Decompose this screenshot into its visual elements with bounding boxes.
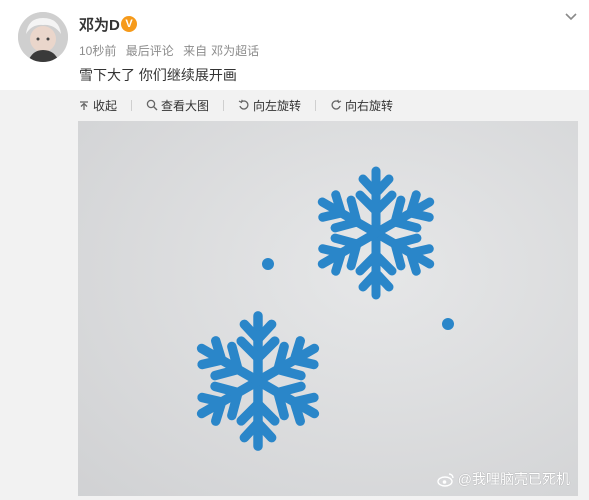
snow-dot <box>442 318 454 330</box>
post-meta: 10秒前 最后评论 来自 邓为超话 <box>79 42 265 59</box>
collapse-label: 收起 <box>93 98 118 113</box>
view-large-label: 查看大图 <box>161 98 210 113</box>
avatar[interactable] <box>18 12 68 62</box>
image-watermark: @我哩脑壳已死机 <box>437 469 570 489</box>
rotate-right-label: 向右旋转 <box>345 98 394 113</box>
rotate-left-icon <box>238 99 249 110</box>
post-image[interactable]: @我哩脑壳已死机 <box>78 121 578 496</box>
watermark-text: @我哩脑壳已死机 <box>457 471 570 487</box>
toolbar-divider <box>131 99 133 111</box>
rotate-left-label: 向左旋转 <box>253 98 302 113</box>
rotate-right-icon <box>331 99 342 110</box>
view-large-button[interactable]: 查看大图 <box>146 97 225 114</box>
collapse-button[interactable]: 收起 <box>78 97 133 114</box>
post-header: 邓为D V 10秒前 最后评论 来自 邓为超话 雪下大了 你们继续展开画 <box>0 0 589 90</box>
toolbar-divider <box>223 99 225 111</box>
rotate-right-button[interactable]: 向右旋转 <box>330 97 393 114</box>
image-card: 收起 查看大图 向左旋转 向右旋转 @我哩脑壳已死机 <box>0 90 589 500</box>
source-prefix: 来自 <box>183 44 208 58</box>
post-text: 雪下大了 你们继续展开画 <box>79 67 237 83</box>
weibo-post: 邓为D V 10秒前 最后评论 来自邓为超话 雪下大了 你们继续展开画 收起 <box>0 0 589 500</box>
magnifier-icon <box>146 99 158 111</box>
paper-background <box>78 121 578 496</box>
toolbar-divider <box>315 99 317 111</box>
username[interactable]: 邓为D <box>79 14 120 35</box>
verified-badge-icon: V <box>121 16 137 32</box>
post-time[interactable]: 10秒前 <box>79 44 116 58</box>
collapse-up-icon <box>80 101 88 110</box>
source-link[interactable]: 邓为超话 <box>211 44 259 58</box>
rotate-left-button[interactable]: 向左旋转 <box>238 97 317 114</box>
snow-dot <box>262 258 274 270</box>
comment-sort[interactable]: 最后评论 <box>126 44 174 58</box>
weibo-logo-icon <box>437 472 454 487</box>
image-toolbar: 收起 查看大图 向左旋转 向右旋转 <box>78 95 407 115</box>
chevron-down-icon[interactable] <box>564 10 578 24</box>
